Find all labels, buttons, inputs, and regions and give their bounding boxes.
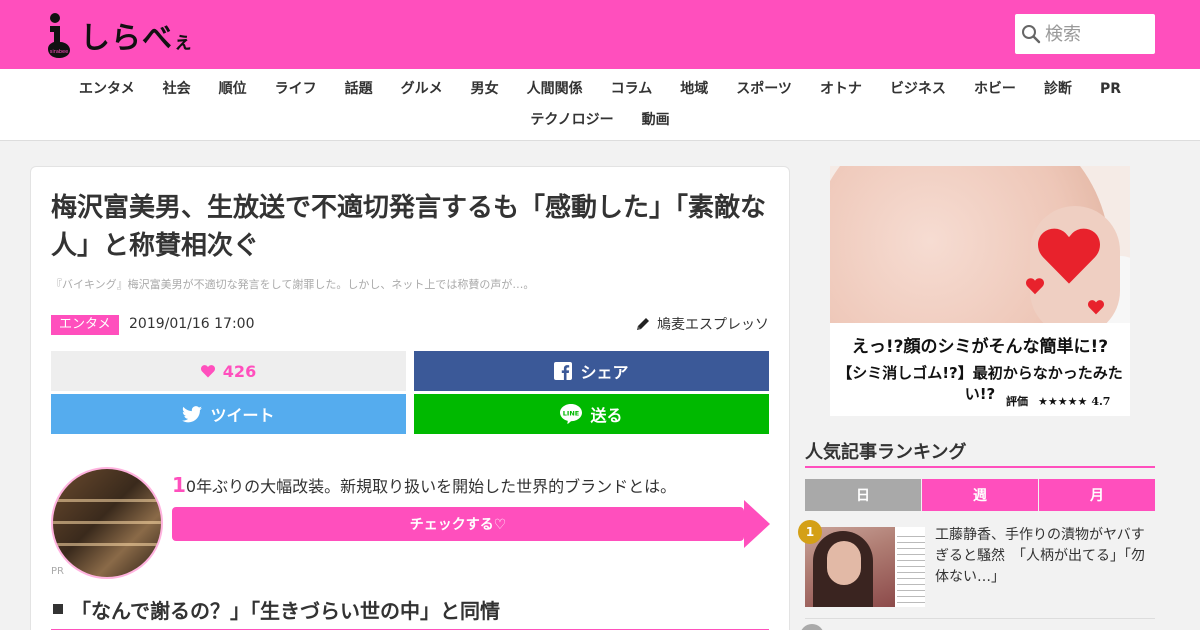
ranking-item[interactable]: 1 工藤静香、手作りの漬物がヤバすぎると騒然 「人柄が出てる」「勿体ない…」 <box>798 520 1155 619</box>
section-heading: 「なんで謝るの？」「生きづらい世の中」と同情 <box>51 595 769 630</box>
twitter-tweet-button[interactable]: ツイート <box>51 394 406 434</box>
tweet-label: ツイート <box>210 406 275 425</box>
nav-item-danjo[interactable]: 男女 <box>457 80 513 98</box>
nav-item-shakai[interactable]: 社会 <box>149 80 205 98</box>
nav-item-hobby[interactable]: ホビー <box>960 80 1030 98</box>
nav-item-shindan[interactable]: 診断 <box>1030 80 1086 98</box>
pr-label: PR <box>51 566 64 577</box>
line-icon: LINE <box>560 404 583 424</box>
article-title: 梅沢富美男、生放送で不適切発言するも「感動した」「素敵な人」と称賛相次ぐ <box>51 193 767 261</box>
nav-item-entame[interactable]: エンタメ <box>65 80 149 98</box>
sidebar-ad-banner[interactable]: えっ!?顔のシミがそんな簡単に!? 【シミ消しゴム!?】最初からなかったみたい!… <box>830 166 1130 416</box>
pencil-icon <box>637 318 649 330</box>
like-count: 426 <box>222 361 257 381</box>
tab-monthly[interactable]: 月 <box>1039 479 1155 511</box>
small-heart-icon <box>1026 278 1044 295</box>
nav-item-otona[interactable]: オトナ <box>806 80 876 98</box>
search-box[interactable] <box>1015 14 1155 54</box>
star-rating-icon: ★★★★★ <box>1038 394 1088 408</box>
nav-item-ningenkankei[interactable]: 人間関係 <box>513 80 597 98</box>
author-name: 鳩麦エスプレッソ <box>657 317 769 333</box>
nav-item-gourmet[interactable]: グルメ <box>387 80 457 98</box>
pr-thumbnail[interactable] <box>51 467 163 579</box>
site-logo[interactable]: sirabee しらべぇ <box>44 12 194 58</box>
tab-daily[interactable]: 日 <box>805 479 921 511</box>
search-input[interactable] <box>1045 23 1145 45</box>
category-nav: エンタメ 社会 順位 ライフ 話題 グルメ 男女 人間関係 コラム 地域 スポー… <box>0 69 1200 141</box>
svg-text:LINE: LINE <box>563 410 579 418</box>
section-heading-text: 「なんで謝るの？」「生きづらい世の中」と同情 <box>71 599 500 623</box>
nav-item-douga[interactable]: 動画 <box>628 111 684 129</box>
twitter-bird-icon <box>182 405 203 422</box>
nav-item-sports[interactable]: スポーツ <box>722 80 806 98</box>
ranking-title: 人気記事ランキング <box>805 438 1155 468</box>
nav-item-pr[interactable]: PR <box>1086 80 1135 98</box>
pr-headline[interactable]: 10年ぶりの大幅改装。新規取り扱いを開始した世界的ブランドとは。 <box>172 473 676 497</box>
heart-icon <box>200 364 215 377</box>
ranking-item-title: 工藤静香、手作りの漬物がヤバすぎると騒然 「人柄が出てる」「勿体ない…」 <box>935 527 1145 585</box>
facebook-icon <box>554 362 573 380</box>
author-link[interactable]: 鳩麦エスプレッソ <box>635 314 769 334</box>
ad-rating: 評価 ★★★★★ 4.7 <box>1006 393 1110 409</box>
nav-item-life[interactable]: ライフ <box>261 80 331 98</box>
nav-row-1: エンタメ 社会 順位 ライフ 話題 グルメ 男女 人間関係 コラム 地域 スポー… <box>0 80 1200 98</box>
share-label: シェア <box>580 363 629 382</box>
nav-item-technology[interactable]: テクノロジー <box>516 111 627 129</box>
nav-item-juni[interactable]: 順位 <box>205 80 261 98</box>
tab-weekly[interactable]: 週 <box>922 479 1038 511</box>
site-header: sirabee しらべぇ <box>0 0 1200 69</box>
ad-rating-label: 評価 <box>1006 395 1028 408</box>
rank-number-badge-next <box>800 624 824 630</box>
ad-headline-1: えっ!?顔のシミがそんな簡単に!? <box>851 337 1109 357</box>
nav-item-business[interactable]: ビジネス <box>876 80 960 98</box>
nav-item-column[interactable]: コラム <box>597 80 667 98</box>
heart-icon <box>1038 228 1100 284</box>
facebook-share-button[interactable]: シェア <box>414 351 769 391</box>
pr-check-label: チェックする♡ <box>172 507 744 541</box>
publish-date: 2019/01/16 17:00 <box>129 316 255 332</box>
svg-text:sirabee: sirabee <box>50 49 68 55</box>
line-label: 送る <box>590 406 623 425</box>
rank-number-badge: 1 <box>798 520 822 544</box>
small-heart-icon <box>1088 300 1104 315</box>
article-card: 梅沢富美男、生放送で不適切発言するも「感動した」「素敵な人」と称賛相次ぐ 『バイ… <box>30 166 790 630</box>
nav-item-chiiki[interactable]: 地域 <box>666 80 722 98</box>
article-lede: 『バイキング』梅沢富美男が不適切な発言をして謝罪した。しかし、ネット上では称賛の… <box>51 278 535 291</box>
nav-row-2: テクノロジー 動画 <box>0 111 1200 129</box>
pr-headline-first: 1 <box>172 473 186 497</box>
pr-check-button[interactable]: チェックする♡ <box>172 500 770 548</box>
ad-rating-score: 4.7 <box>1091 394 1111 408</box>
like-button[interactable]: 426 <box>51 351 406 391</box>
nav-item-wadai[interactable]: 話題 <box>331 80 387 98</box>
logo-i-icon: sirabee <box>44 12 74 58</box>
pr-headline-rest: 0年ぶりの大幅改装。新規取り扱いを開始した世界的ブランドとは。 <box>185 477 677 496</box>
search-icon <box>1022 25 1041 44</box>
logo-text: しらべぇ <box>80 21 194 56</box>
ranking-tabs: 日 週 月 <box>805 479 1155 511</box>
square-bullet-icon <box>53 604 63 614</box>
arrow-right-icon <box>744 500 770 548</box>
line-send-button[interactable]: LINE 送る <box>414 394 769 434</box>
category-badge[interactable]: エンタメ <box>51 315 119 335</box>
ranking-thumbnail <box>805 527 925 607</box>
